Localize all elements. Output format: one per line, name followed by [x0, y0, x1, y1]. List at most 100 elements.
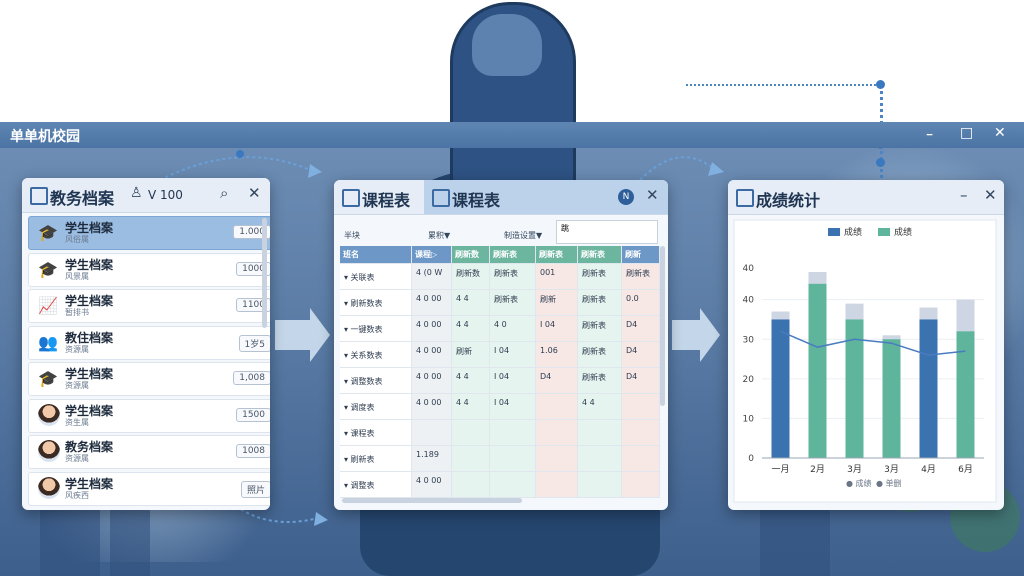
schedule-cell[interactable] — [490, 446, 536, 472]
schedule-cell[interactable]: 4 4 — [452, 290, 490, 316]
schedule-cell[interactable] — [536, 472, 578, 498]
schedule-cell[interactable]: 4 0 00 — [412, 472, 452, 498]
list-item[interactable]: 🎓 学生档案 风俗属 1.000 — [28, 216, 270, 250]
schedule-cell[interactable]: I 04 — [490, 368, 536, 394]
x-tick-label: 一月 — [771, 464, 789, 475]
schedule-cell[interactable] — [490, 472, 536, 498]
filter-box[interactable]: 跳 — [556, 220, 658, 244]
list-item[interactable]: 🎓 学生档案 风景属 1000 — [28, 252, 270, 287]
list-item[interactable]: 教务档案 资源属 1008 — [28, 435, 270, 469]
schedule-cell[interactable]: 刷新表 — [578, 368, 622, 394]
schedule-cell[interactable] — [412, 420, 452, 446]
schedule-cell[interactable]: 刷新表 — [578, 290, 622, 316]
item-sub: 资源属 — [65, 381, 89, 390]
v-scrollbar[interactable] — [660, 246, 665, 406]
close-icon[interactable]: ✕ — [984, 186, 997, 204]
schedule-cell[interactable]: 0.0 — [622, 290, 660, 316]
schedule-cell[interactable]: D4 — [622, 316, 660, 342]
schedule-cell[interactable]: 4 0 00 — [412, 316, 452, 342]
schedule-cell[interactable]: 4 0 — [490, 316, 536, 342]
item-badge[interactable]: 1,008 — [233, 371, 270, 385]
schedule-cell[interactable] — [622, 472, 660, 498]
item-sub: 风疾西 — [65, 490, 89, 500]
maximize-button[interactable]: □ — [960, 125, 973, 141]
tab-badge[interactable]: N — [618, 189, 634, 205]
item-badge[interactable]: 1岁5 — [238, 334, 270, 352]
list-item[interactable]: 📈 学生档案 暂排书 1100 — [28, 289, 270, 323]
column-header[interactable]: 课程▷ — [412, 246, 452, 264]
list-item[interactable]: 学生档案 风疾西 照片 — [28, 471, 270, 506]
schedule-cell[interactable]: I 04 — [490, 342, 536, 368]
item-badge[interactable]: 1500 — [236, 407, 270, 422]
search-icon[interactable]: ⌕ — [220, 184, 228, 202]
chart-icon — [342, 189, 360, 207]
schedule-cell[interactable] — [578, 472, 622, 498]
graduation-cap-icon: 🎓 — [38, 369, 58, 388]
schedule-cell[interactable]: D4 — [536, 368, 578, 394]
archive-window: 教务档案 ♙ V 100 ⌕ ✕ 🎓 学生档案 风俗属 1.000 🎓 学生档案 风景属 10… — [22, 178, 270, 510]
schedule-cell[interactable]: 刷新 — [452, 342, 490, 368]
schedule-cell[interactable]: D4 — [622, 342, 660, 368]
bar-series-2 — [808, 283, 827, 458]
schedule-cell[interactable]: 4 4 — [452, 368, 490, 394]
schedule-cell[interactable]: I 04 — [536, 316, 578, 342]
filter-mid[interactable]: 制造设置▼ — [504, 230, 542, 241]
y-tick-label: 10 — [743, 414, 755, 424]
schedule-cell[interactable] — [578, 446, 622, 472]
close-button[interactable]: ✕ — [994, 125, 1006, 141]
schedule-cell[interactable]: D4 — [622, 368, 660, 394]
schedule-cell[interactable]: 刷新表 — [490, 290, 536, 316]
schedule-cell[interactable]: 1.06 — [536, 342, 578, 368]
schedule-cell[interactable]: 刷新表 — [578, 342, 622, 368]
schedule-cell[interactable] — [622, 420, 660, 446]
column-header[interactable]: 刷新表 — [578, 246, 622, 264]
close-icon[interactable]: ✕ — [248, 184, 261, 202]
schedule-cell[interactable] — [622, 446, 660, 472]
schedule-cell[interactable]: 刷新 — [536, 290, 578, 316]
schedule-cell[interactable]: 4 0 00 — [412, 394, 452, 420]
schedule-cell[interactable]: 4 (0 W — [412, 264, 452, 290]
item-sub: 暂排书 — [65, 308, 89, 317]
schedule-cell[interactable] — [536, 420, 578, 446]
item-badge[interactable]: 1008 — [236, 444, 270, 458]
item-badge[interactable]: 照片 — [240, 480, 270, 498]
filter-left[interactable]: 累积▼ — [428, 230, 450, 241]
scrollbar[interactable] — [262, 218, 267, 328]
tab-schedule[interactable]: 课程表 N ✕ — [424, 180, 668, 214]
column-header[interactable]: 刷新表 — [536, 246, 578, 264]
schedule-cell[interactable]: 刷新数 — [452, 264, 490, 290]
schedule-cell[interactable] — [490, 420, 536, 446]
column-header[interactable]: 刷新数 — [452, 246, 490, 264]
column-header[interactable]: 刷新表 — [490, 246, 536, 264]
schedule-cell[interactable] — [536, 394, 578, 420]
schedule-cell[interactable]: 刷新表 — [578, 264, 622, 290]
bar-series-2 — [882, 339, 901, 458]
schedule-cell[interactable]: 4 4 — [578, 394, 622, 420]
column-header[interactable]: 班名 — [340, 246, 412, 264]
schedule-cell[interactable] — [452, 420, 490, 446]
h-scrollbar[interactable] — [342, 498, 522, 503]
schedule-cell[interactable] — [452, 446, 490, 472]
schedule-cell[interactable]: 刷新表 — [578, 316, 622, 342]
schedule-cell[interactable]: 4 4 — [452, 316, 490, 342]
schedule-cell[interactable] — [578, 420, 622, 446]
schedule-cell[interactable]: 刷新表 — [490, 264, 536, 290]
schedule-cell[interactable]: 4 0 00 — [412, 342, 452, 368]
schedule-cell[interactable]: 001 — [536, 264, 578, 290]
column-header[interactable]: 刷新 — [622, 246, 660, 264]
schedule-cell[interactable]: 4 0 00 — [412, 368, 452, 394]
graduation-cap-icon: 🎓 — [38, 223, 58, 242]
schedule-cell[interactable]: 4 4 — [452, 394, 490, 420]
schedule-cell[interactable] — [622, 394, 660, 420]
minimize-icon[interactable]: – — [960, 186, 968, 204]
schedule-cell[interactable]: I 04 — [490, 394, 536, 420]
schedule-cell[interactable]: 4 0 00 — [412, 290, 452, 316]
list-item[interactable]: 🎓 学生档案 资源属 1,008 — [28, 362, 270, 396]
list-item[interactable]: 学生档案 资生属 1500 — [28, 398, 270, 433]
list-item[interactable]: 👥 教住档案 资源属 1岁5 — [28, 325, 270, 360]
close-icon[interactable]: ✕ — [646, 186, 659, 204]
schedule-cell[interactable] — [536, 446, 578, 472]
schedule-cell[interactable]: 刷新表 — [622, 264, 660, 290]
schedule-cell[interactable]: 1.189 — [412, 446, 452, 472]
schedule-cell[interactable] — [452, 472, 490, 498]
